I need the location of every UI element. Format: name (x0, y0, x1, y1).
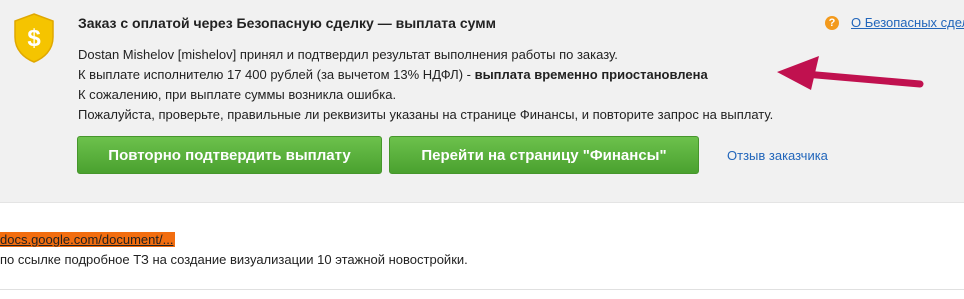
message-line-accepted: Dostan Mishelov [mishelov] принял и подт… (78, 47, 618, 62)
divider (0, 289, 964, 290)
attachment-description: по ссылке подробное ТЗ на создание визуа… (0, 252, 468, 267)
deal-message: Dostan Mishelov [mishelov] принял и подт… (78, 45, 773, 125)
message-line-error: К сожалению, при выплате суммы возникла … (78, 87, 397, 102)
go-to-finances-button[interactable]: Перейти на страницу "Финансы" (389, 136, 699, 174)
safe-deal-panel: $ Заказ с оплатой через Безопасную сделк… (0, 0, 964, 203)
panel-title: Заказ с оплатой через Безопасную сделку … (78, 15, 496, 31)
arrow-pointer-icon (777, 56, 924, 90)
reconfirm-payout-button[interactable]: Повторно подтвердить выплату (77, 136, 382, 174)
customer-review-link[interactable]: Отзыв заказчика (727, 148, 828, 163)
help-link-label: О Безопасных сдел (851, 15, 964, 30)
payout-amount-text: К выплате исполнителю 17 400 рублей (за … (78, 67, 475, 82)
safe-deal-help-link[interactable]: ? О Безопасных сдел (825, 15, 964, 30)
message-line-payout: К выплате исполнителю 17 400 рублей (за … (78, 65, 773, 85)
help-icon: ? (825, 15, 839, 30)
shield-dollar-icon: $ (14, 13, 54, 63)
shield-dollar-glyph: $ (27, 25, 41, 52)
message-line-instruction: Пожалуйста, проверьте, правильные ли рек… (78, 107, 774, 122)
attachment-doc-link[interactable]: docs.google.com/document/... (0, 232, 176, 247)
payout-status-text: выплата временно приостановлена (474, 67, 708, 82)
